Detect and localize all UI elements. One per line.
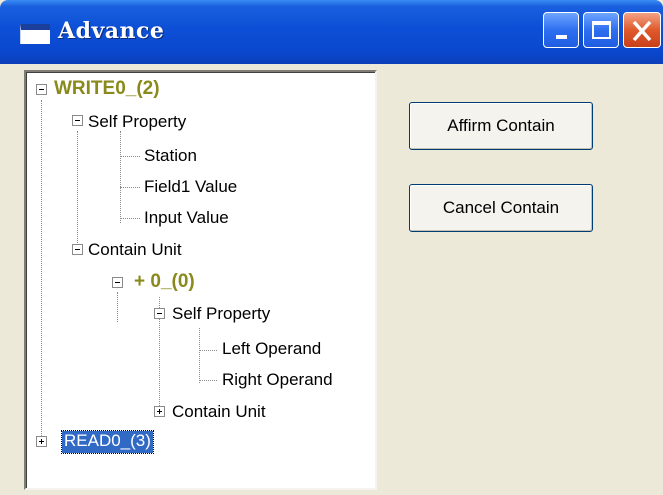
tree-connector	[199, 380, 217, 381]
tree-connector	[199, 350, 217, 351]
tree-node-write[interactable]: WRITE0_(2)	[54, 79, 160, 101]
tree-node-read[interactable]: READ0_(3)	[61, 430, 154, 454]
close-icon	[632, 20, 652, 42]
tree-connector	[120, 218, 140, 219]
tree-connector	[199, 328, 200, 383]
tree-node-field1-value[interactable]: Field1 Value	[144, 177, 237, 199]
expand-plus-contain-unit-toggle[interactable]	[154, 406, 165, 417]
advance-window: Advance WRITE0_(2) Self Property Station…	[0, 0, 663, 495]
close-button[interactable]	[623, 12, 661, 48]
collapse-write-toggle[interactable]	[36, 84, 47, 95]
tree-node-station[interactable]: Station	[144, 146, 197, 168]
collapse-self-property-toggle[interactable]	[72, 115, 83, 126]
tree-connector	[117, 292, 118, 322]
collapse-plus-self-property-toggle[interactable]	[154, 308, 165, 319]
tree-node-left-operand[interactable]: Left Operand	[222, 339, 321, 361]
collapse-contain-unit-toggle[interactable]	[72, 244, 83, 255]
affirm-contain-button[interactable]: Affirm Contain	[409, 102, 593, 150]
minimize-icon	[556, 35, 567, 39]
tree-node-contain-unit[interactable]: Contain Unit	[88, 240, 182, 262]
expand-read-toggle[interactable]	[36, 436, 47, 447]
title-bar[interactable]: Advance	[0, 0, 663, 64]
window-app-icon	[20, 24, 50, 44]
tree-connector	[120, 131, 121, 223]
maximize-button[interactable]	[583, 12, 619, 48]
tree-node-right-operand[interactable]: Right Operand	[222, 370, 333, 392]
collapse-plus-node-toggle[interactable]	[112, 277, 123, 288]
minimize-button[interactable]	[543, 12, 579, 48]
tree-node-self-property[interactable]: Self Property	[88, 112, 186, 134]
tree-connector	[41, 100, 42, 436]
tree-node-input-value[interactable]: Input Value	[144, 208, 229, 230]
tree-node-plus[interactable]: + 0_(0)	[134, 272, 195, 294]
maximize-icon	[592, 21, 611, 39]
tree-node-plus-contain-unit[interactable]: Contain Unit	[172, 402, 266, 424]
tree-node-plus-self-property[interactable]: Self Property	[172, 304, 270, 326]
tree-connector	[120, 156, 140, 157]
tree-connector	[120, 187, 140, 188]
tree-view[interactable]: WRITE0_(2) Self Property Station Field1 …	[24, 70, 377, 490]
cancel-contain-button[interactable]: Cancel Contain	[409, 184, 593, 232]
window-title: Advance	[58, 18, 165, 44]
tree-connector	[77, 131, 78, 251]
